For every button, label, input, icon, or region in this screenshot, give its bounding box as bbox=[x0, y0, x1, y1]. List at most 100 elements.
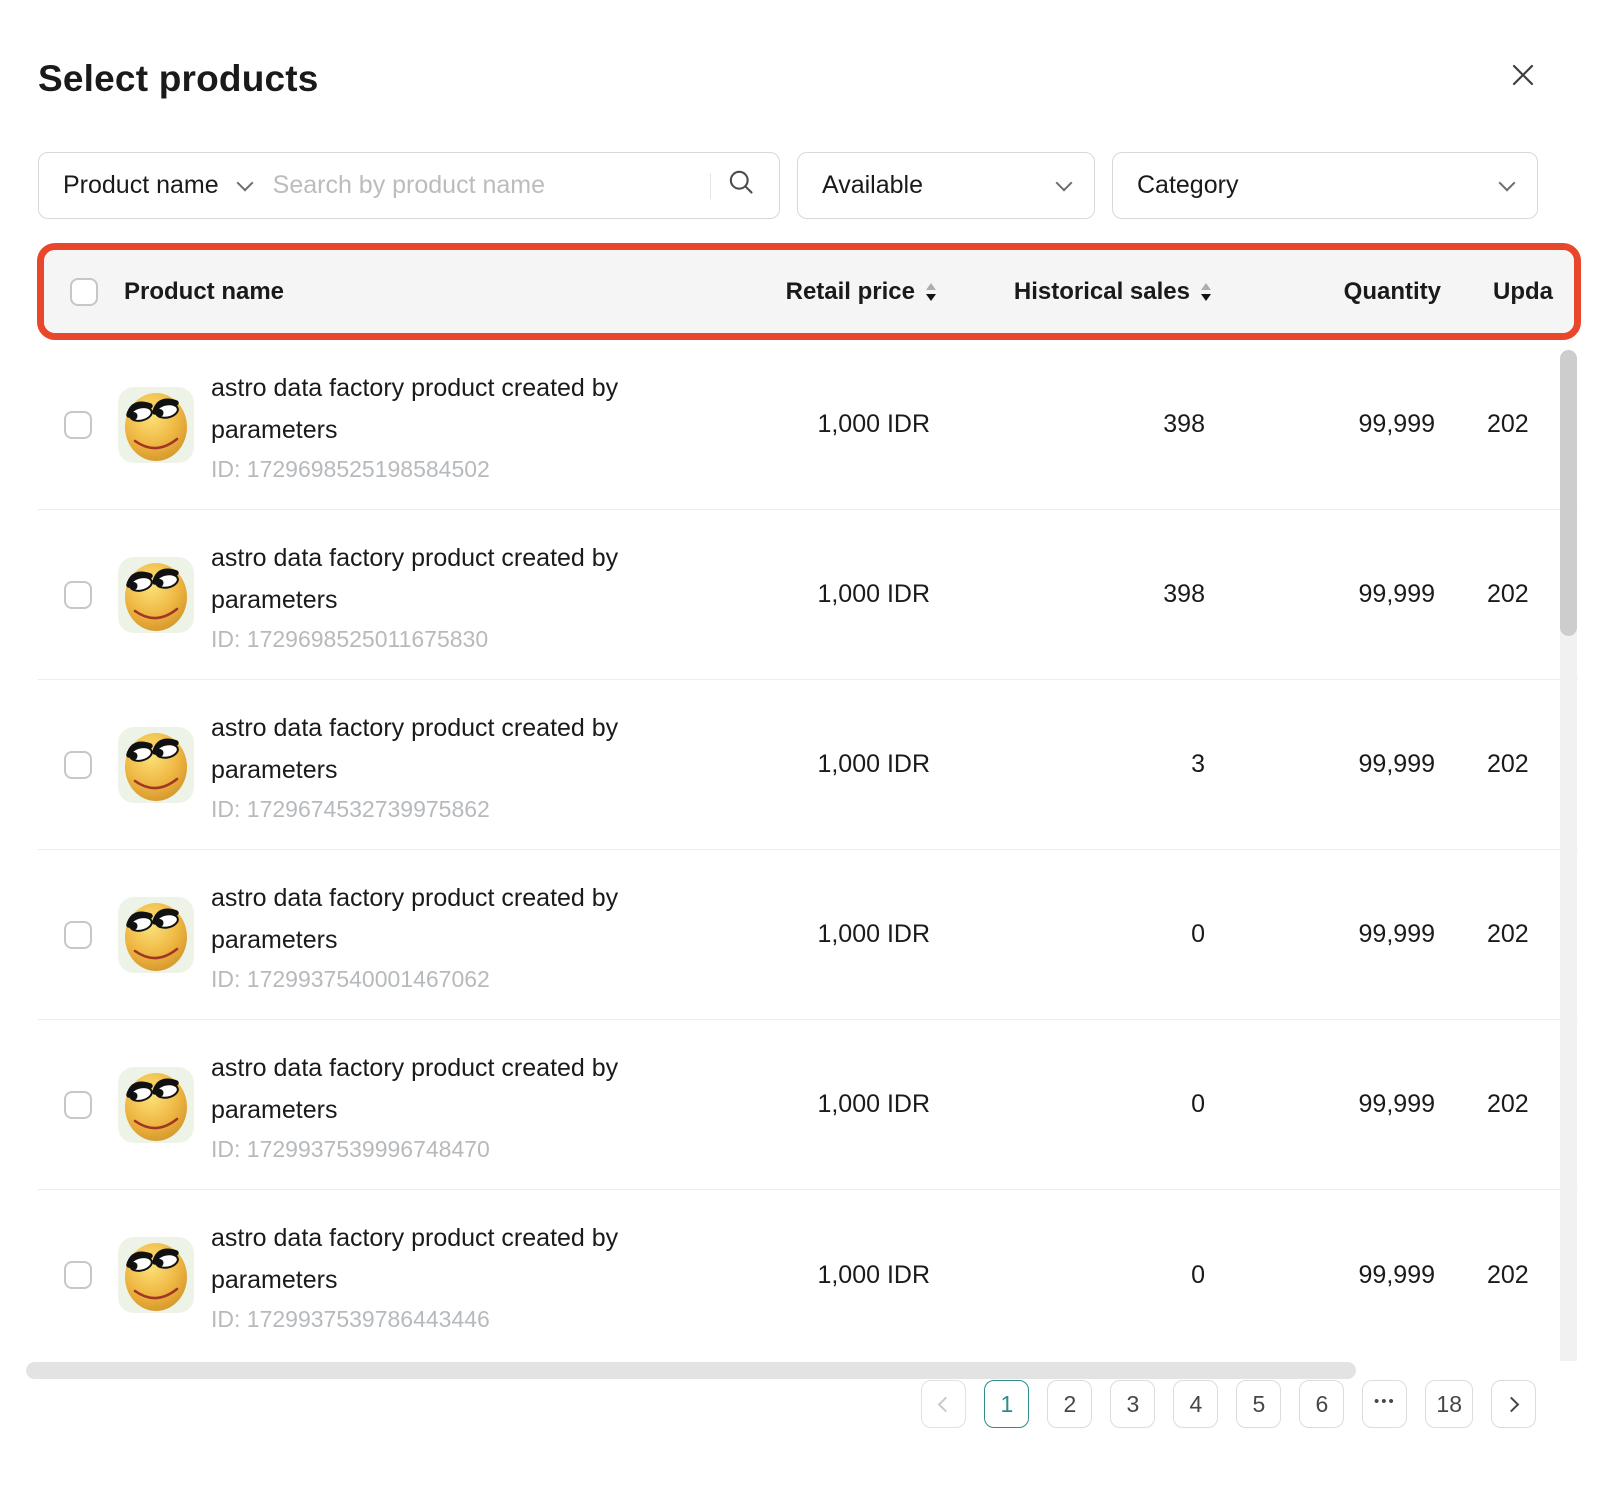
search-filter-box[interactable]: Product name bbox=[38, 152, 780, 219]
sort-asc-icon bbox=[926, 283, 936, 290]
sort-desc-icon bbox=[926, 294, 936, 301]
product-image bbox=[118, 387, 194, 463]
select-all-checkbox[interactable] bbox=[70, 278, 98, 306]
product-id: ID: 1729674532739975862 bbox=[211, 796, 646, 823]
updated-value: 202 bbox=[1435, 750, 1578, 779]
availability-dropdown[interactable]: Available bbox=[797, 152, 1095, 219]
product-cell: astro data factory product created by pa… bbox=[118, 707, 760, 823]
pagination-prev[interactable] bbox=[921, 1380, 966, 1428]
annotation-highlight: Product name Retail price Historical sal… bbox=[37, 243, 1581, 340]
chevron-down-icon bbox=[236, 174, 253, 191]
retail-price-value: 1,000 IDR bbox=[817, 1090, 930, 1119]
historical-sales-value: 0 bbox=[1191, 1090, 1205, 1119]
availability-label: Available bbox=[822, 171, 923, 200]
product-cell: astro data factory product created by pa… bbox=[118, 367, 760, 483]
pagination-page-4[interactable]: 4 bbox=[1173, 1380, 1218, 1428]
product-id: ID: 1729937539786443446 bbox=[211, 1306, 646, 1333]
pagination-page-2[interactable]: 2 bbox=[1047, 1380, 1092, 1428]
divider bbox=[710, 173, 712, 199]
row-checkbox[interactable] bbox=[64, 1261, 92, 1289]
table-row[interactable]: astro data factory product created by pa… bbox=[38, 1020, 1578, 1190]
product-image bbox=[118, 897, 194, 973]
updated-value: 202 bbox=[1435, 1261, 1578, 1290]
header-updated: Upda bbox=[1441, 278, 1581, 306]
retail-price-value: 1,000 IDR bbox=[817, 750, 930, 779]
header-historical-sales[interactable]: Historical sales bbox=[936, 278, 1211, 306]
historical-sales-value: 3 bbox=[1191, 750, 1205, 779]
row-checkbox[interactable] bbox=[64, 921, 92, 949]
pagination-page-3[interactable]: 3 bbox=[1110, 1380, 1155, 1428]
product-name: astro data factory product created by pa… bbox=[211, 537, 646, 621]
retail-price-value: 1,000 IDR bbox=[817, 920, 930, 949]
pagination: 123456 ••• 18 bbox=[921, 1380, 1536, 1428]
quantity-value: 99,999 bbox=[1359, 580, 1435, 609]
retail-price-label: Retail price bbox=[786, 278, 915, 306]
table-row[interactable]: astro data factory product created by pa… bbox=[38, 340, 1578, 510]
pagination-page-6[interactable]: 6 bbox=[1299, 1380, 1344, 1428]
close-button[interactable] bbox=[1508, 58, 1542, 92]
header-retail-price[interactable]: Retail price bbox=[766, 278, 936, 306]
updated-value: 202 bbox=[1435, 410, 1578, 439]
historical-sales-value: 0 bbox=[1191, 1261, 1205, 1290]
vertical-scrollbar[interactable] bbox=[1560, 350, 1577, 1361]
row-checkbox[interactable] bbox=[64, 751, 92, 779]
quantity-value: 99,999 bbox=[1359, 410, 1435, 439]
product-id: ID: 1729937539996748470 bbox=[211, 1136, 646, 1163]
chevron-down-icon bbox=[1499, 174, 1516, 191]
close-icon bbox=[1508, 60, 1542, 90]
product-id: ID: 1729698525198584502 bbox=[211, 456, 646, 483]
product-name: astro data factory product created by pa… bbox=[211, 877, 646, 961]
sort-desc-icon bbox=[1201, 294, 1211, 301]
table-row[interactable]: astro data factory product created by pa… bbox=[38, 680, 1578, 850]
sort-arrows-icon[interactable] bbox=[926, 283, 936, 301]
row-checkbox[interactable] bbox=[64, 581, 92, 609]
quantity-value: 99,999 bbox=[1359, 1261, 1435, 1290]
chevron-down-icon bbox=[1056, 174, 1073, 191]
updated-value: 202 bbox=[1435, 580, 1578, 609]
product-image bbox=[118, 1237, 194, 1313]
pagination-page-18[interactable]: 18 bbox=[1425, 1380, 1473, 1428]
product-image bbox=[118, 1067, 194, 1143]
product-image bbox=[118, 557, 194, 633]
pagination-next[interactable] bbox=[1491, 1380, 1536, 1428]
quantity-value: 99,999 bbox=[1359, 750, 1435, 779]
historical-sales-value: 398 bbox=[1163, 410, 1205, 439]
search-field-selector[interactable]: Product name bbox=[63, 171, 219, 200]
filter-bar: Product name Available Category bbox=[38, 152, 1538, 219]
row-checkbox[interactable] bbox=[64, 1091, 92, 1119]
historical-sales-value: 0 bbox=[1191, 920, 1205, 949]
chevron-left-icon bbox=[938, 1396, 954, 1412]
pagination-page-5[interactable]: 5 bbox=[1236, 1380, 1281, 1428]
table-row[interactable]: astro data factory product created by pa… bbox=[38, 510, 1578, 680]
product-name: astro data factory product created by pa… bbox=[211, 707, 646, 791]
pagination-ellipsis[interactable]: ••• bbox=[1362, 1380, 1407, 1428]
sort-arrows-icon[interactable] bbox=[1201, 283, 1211, 301]
product-table-body: astro data factory product created by pa… bbox=[38, 340, 1578, 1361]
category-dropdown[interactable]: Category bbox=[1112, 152, 1538, 219]
search-icon[interactable] bbox=[727, 168, 755, 203]
historical-sales-label: Historical sales bbox=[1014, 278, 1190, 306]
table-row[interactable]: astro data factory product created by pa… bbox=[38, 850, 1578, 1020]
product-id: ID: 1729698525011675830 bbox=[211, 626, 646, 653]
product-name: astro data factory product created by pa… bbox=[211, 1047, 646, 1131]
product-name: astro data factory product created by pa… bbox=[211, 1217, 646, 1301]
product-id: ID: 1729937540001467062 bbox=[211, 966, 646, 993]
header-quantity: Quantity bbox=[1344, 278, 1441, 306]
product-name: astro data factory product created by pa… bbox=[211, 367, 646, 451]
product-image bbox=[118, 727, 194, 803]
table-row[interactable]: astro data factory product created by pa… bbox=[38, 1190, 1578, 1360]
row-checkbox[interactable] bbox=[64, 411, 92, 439]
horizontal-scrollbar-thumb[interactable] bbox=[26, 1362, 1356, 1379]
sort-asc-icon bbox=[1201, 283, 1211, 290]
page-title: Select products bbox=[38, 58, 319, 100]
category-label: Category bbox=[1137, 171, 1238, 200]
product-cell: astro data factory product created by pa… bbox=[118, 537, 760, 653]
updated-value: 202 bbox=[1435, 1090, 1578, 1119]
search-input[interactable] bbox=[273, 171, 710, 200]
horizontal-scrollbar[interactable] bbox=[26, 1362, 1577, 1379]
quantity-value: 99,999 bbox=[1359, 1090, 1435, 1119]
retail-price-value: 1,000 IDR bbox=[817, 410, 930, 439]
vertical-scrollbar-thumb[interactable] bbox=[1560, 350, 1577, 636]
pagination-page-1[interactable]: 1 bbox=[984, 1380, 1029, 1428]
updated-value: 202 bbox=[1435, 920, 1578, 949]
